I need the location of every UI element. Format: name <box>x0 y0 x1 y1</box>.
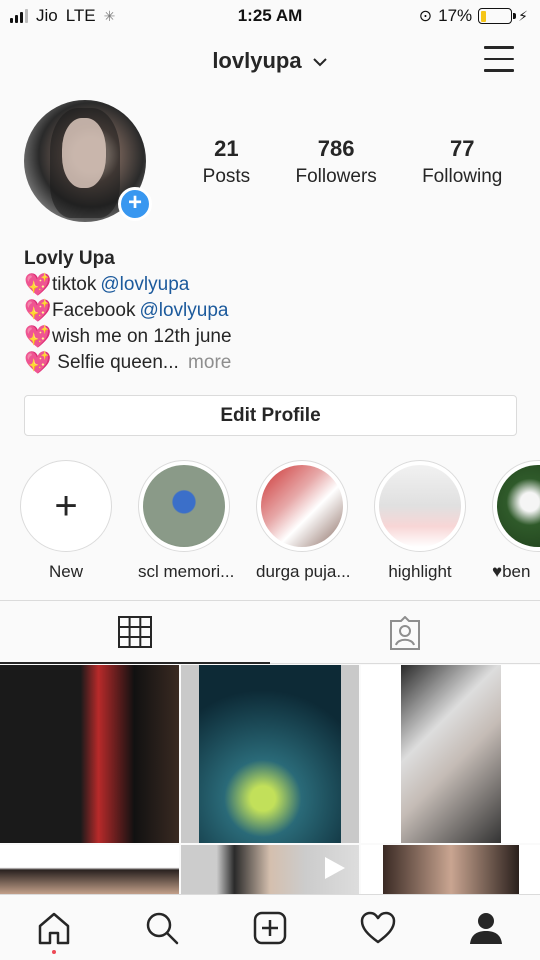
post-thumbnail[interactable] <box>181 845 359 895</box>
tab-tagged[interactable] <box>270 601 540 664</box>
followers-count: 786 <box>317 136 355 161</box>
bio-line: 💖 Selfie queen... more <box>24 350 232 376</box>
edit-profile-button[interactable]: Edit Profile <box>24 395 517 436</box>
highlight-item[interactable]: ♥ben <box>492 460 540 582</box>
sparkling-heart-icon: 💖 <box>24 324 52 349</box>
status-bar: Jio LTE ✳ 1:25 AM ⊙ 17% ⚡ <box>0 0 540 32</box>
activity-heart-icon <box>360 911 396 943</box>
post-grid <box>0 665 540 895</box>
plus-icon: + <box>54 484 78 528</box>
profile-stats: 21 Posts 786 Followers 77 Following <box>180 136 525 188</box>
following-count: 77 <box>449 136 475 161</box>
search-icon <box>146 912 179 944</box>
video-icon <box>325 857 345 879</box>
account-switcher[interactable]: lovlyupa <box>0 48 540 74</box>
highlight-label: ♥ben <box>492 562 531 581</box>
battery-percent: 17% <box>438 6 473 25</box>
stat-posts[interactable]: 21 Posts <box>203 136 251 188</box>
bio-mention-link[interactable]: @lovlyupa <box>100 272 189 298</box>
highlight-label: durga puja... <box>256 562 351 581</box>
profile-header: lovlyupa <box>0 40 540 84</box>
username: lovlyupa <box>212 48 302 73</box>
add-story-icon[interactable]: + <box>118 187 152 221</box>
post-thumbnail[interactable] <box>181 665 359 843</box>
posts-count: 21 <box>214 136 239 161</box>
display-name: Lovly Upa <box>24 248 115 269</box>
nav-profile[interactable] <box>456 898 516 958</box>
highlight-label: highlight <box>388 562 452 581</box>
charging-icon: ⚡ <box>518 7 528 24</box>
stat-followers[interactable]: 786 Followers <box>295 136 376 188</box>
bio-mention-link[interactable]: @lovlyupa <box>139 298 228 324</box>
highlight-label: New <box>48 562 83 581</box>
bio-more-link[interactable]: more <box>188 350 231 376</box>
highlight-item[interactable]: durga puja... <box>256 460 351 582</box>
nav-new-post[interactable] <box>240 898 300 958</box>
bio-line: 💖 tiktok @lovlyupa <box>24 272 190 298</box>
tab-grid[interactable] <box>0 601 270 664</box>
bio: Lovly Upa 💖 tiktok @lovlyupa 💖 Facebook … <box>24 246 232 376</box>
tagged-icon <box>390 615 420 650</box>
sparkling-heart-icon: 💖 <box>24 298 52 323</box>
bio-line: 💖 Facebook @lovlyupa <box>24 298 229 324</box>
profile-tabs <box>0 600 540 664</box>
post-thumbnail[interactable] <box>361 665 540 843</box>
rotation-lock-icon: ⊙ <box>418 8 433 25</box>
nav-activity[interactable] <box>348 898 408 958</box>
highlight-item[interactable]: scl memori... <box>138 460 235 582</box>
story-highlights: + New scl memori... durga puja... highli… <box>0 460 540 585</box>
add-post-icon <box>253 911 287 944</box>
post-thumbnail[interactable] <box>0 845 179 895</box>
bottom-nav <box>0 894 540 960</box>
nav-search[interactable] <box>132 898 192 958</box>
highlight-new[interactable]: + New <box>20 460 112 582</box>
sparkling-heart-icon: 💖 <box>24 272 52 297</box>
grid-icon <box>118 615 152 648</box>
stat-following[interactable]: 77 Following <box>422 136 502 188</box>
sparkling-heart-icon: 💖 <box>24 350 52 375</box>
posts-label: Posts <box>202 166 251 187</box>
bio-line: 💖 wish me on 12th june <box>24 324 232 349</box>
highlight-item[interactable]: highlight <box>374 460 466 582</box>
battery-icon <box>478 8 517 24</box>
following-label: Following <box>422 166 503 187</box>
chevron-down-icon <box>312 58 327 67</box>
highlight-label: scl memori... <box>138 562 235 581</box>
post-thumbnail[interactable] <box>361 845 540 895</box>
menu-icon[interactable] <box>484 46 514 72</box>
nav-home[interactable] <box>24 898 84 958</box>
notification-dot <box>52 949 56 954</box>
followers-label: Followers <box>295 166 377 187</box>
profile-icon <box>470 912 502 944</box>
home-icon <box>38 912 70 944</box>
post-thumbnail[interactable] <box>0 665 179 843</box>
